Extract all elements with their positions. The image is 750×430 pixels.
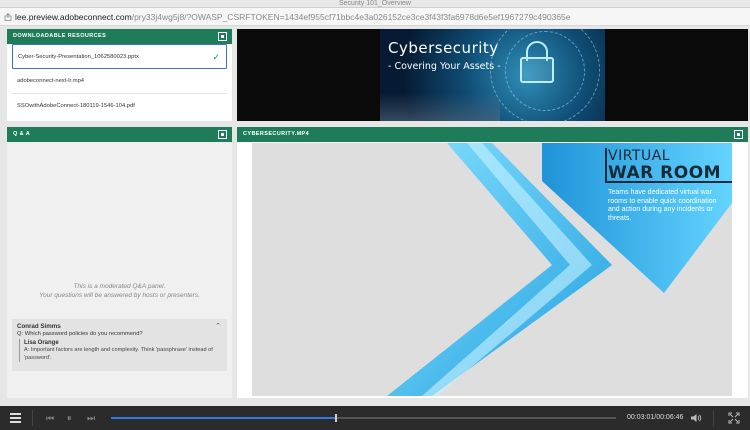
url-path: /pry33j4wg5j8/?OWASP_CSRFTOKEN=1434ef955… xyxy=(131,12,571,22)
question-author: Conrad Simms xyxy=(17,323,61,330)
video-body-text: Teams have dedicated virtual war rooms t… xyxy=(608,189,717,222)
share-icon[interactable] xyxy=(4,13,12,21)
time-readout: 00:03:01/00:06:46 xyxy=(627,414,684,421)
qa-question-card[interactable]: Conrad Simms ⌃ Q: Which password policie… xyxy=(12,319,227,371)
resource-item[interactable]: SSOwithAdobeConnect-180119-1546-104.pdf xyxy=(12,94,227,119)
qa-pod: Q & A This is a moderated Q&A panel. You… xyxy=(7,127,232,398)
title-bar: Security 101_Overview xyxy=(0,0,750,8)
progress-handle[interactable] xyxy=(334,414,337,422)
resource-item[interactable]: Cyber-Security-Presentation_1062580023.p… xyxy=(12,44,227,69)
qa-pod-title: Q & A xyxy=(13,131,31,137)
video-pod-title: CYBERSECURITY.MP4 xyxy=(243,131,310,137)
volume-icon[interactable] xyxy=(690,412,702,424)
divider xyxy=(32,410,33,426)
video-title-line2: WAR ROOM xyxy=(608,163,722,183)
qa-note-line: Your questions will be answered by hosts… xyxy=(39,292,200,299)
qa-pod-header: Q & A xyxy=(7,127,232,142)
resource-list: Cyber-Security-Presentation_1062580023.p… xyxy=(12,44,227,119)
resources-pod-title: DOWNLOADABLE RESOURCES xyxy=(13,33,107,39)
lock-icon xyxy=(520,57,554,83)
video-pod: CYBERSECURITY.MP4 VIRTUAL WAR ROOM Teams… xyxy=(237,127,748,398)
resources-pod: DOWNLOADABLE RESOURCES Cyber-Security-Pr… xyxy=(7,29,232,121)
video-frame[interactable]: VIRTUAL WAR ROOM Teams have dedicated vi… xyxy=(252,143,732,396)
qa-moderation-note: This is a moderated Q&A panel. Your ques… xyxy=(7,282,232,300)
skip-back-icon[interactable]: ⏮ xyxy=(46,412,54,424)
banner-title: Cybersecurity xyxy=(388,39,499,57)
qa-note-line: This is a moderated Q&A panel. xyxy=(73,283,166,290)
maximize-icon[interactable] xyxy=(218,32,227,41)
menu-icon[interactable] xyxy=(10,413,21,423)
progress-bar[interactable] xyxy=(111,414,616,422)
resource-item-label: Cyber-Security-Presentation_1062580023.p… xyxy=(18,54,139,60)
resource-item-label: adobeconnect-next-lr.mp4 xyxy=(17,78,85,84)
app-window: Security 101_Overview lee.preview.adobec… xyxy=(0,0,750,430)
cybersecurity-banner: Cybersecurity - Covering Your Assets - xyxy=(380,29,605,121)
maximize-icon[interactable] xyxy=(218,130,227,139)
answer-block: Lisa Orange A: Important factors are len… xyxy=(19,339,217,362)
answer-text: A: Important factors are length and comp… xyxy=(24,347,213,361)
resource-item[interactable]: adobeconnect-next-lr.mp4 xyxy=(12,69,227,94)
progress-fill xyxy=(111,417,336,419)
resources-pod-header: DOWNLOADABLE RESOURCES xyxy=(7,29,232,44)
divider xyxy=(713,410,714,426)
qa-body: This is a moderated Q&A panel. Your ques… xyxy=(7,142,232,398)
check-icon: ✓ xyxy=(212,52,220,62)
question-text: Q: Which password policies do you recomm… xyxy=(17,331,143,337)
skip-forward-icon[interactable]: ⏭ xyxy=(87,412,95,424)
maximize-icon[interactable] xyxy=(734,130,743,139)
video-pod-header: CYBERSECURITY.MP4 xyxy=(237,127,748,142)
resource-item-label: SSOwithAdobeConnect-180119-1546-104.pdf xyxy=(17,103,135,109)
player-controls: ⏮ ⏸ ⏭ 00:03:01/00:06:46 xyxy=(0,406,750,430)
url-host: lee.preview.adobeconnect.com xyxy=(15,12,132,22)
video-title-line1: VIRTUAL xyxy=(608,148,671,164)
hand-graphic xyxy=(380,93,500,121)
fullscreen-icon[interactable] xyxy=(728,412,740,424)
window-title: Security 101_Overview xyxy=(339,0,411,7)
url-text[interactable]: lee.preview.adobeconnect.com/pry33j4wg5j… xyxy=(15,12,571,22)
pause-icon[interactable]: ⏸ xyxy=(67,412,72,424)
url-bar[interactable]: lee.preview.adobeconnect.com/pry33j4wg5j… xyxy=(0,8,750,26)
banner-subtitle: - Covering Your Assets - xyxy=(388,61,501,72)
answer-author: Lisa Orange xyxy=(24,340,59,346)
share-pod: Cybersecurity - Covering Your Assets - xyxy=(237,29,748,121)
chevron-up-icon[interactable]: ⌃ xyxy=(215,322,221,330)
